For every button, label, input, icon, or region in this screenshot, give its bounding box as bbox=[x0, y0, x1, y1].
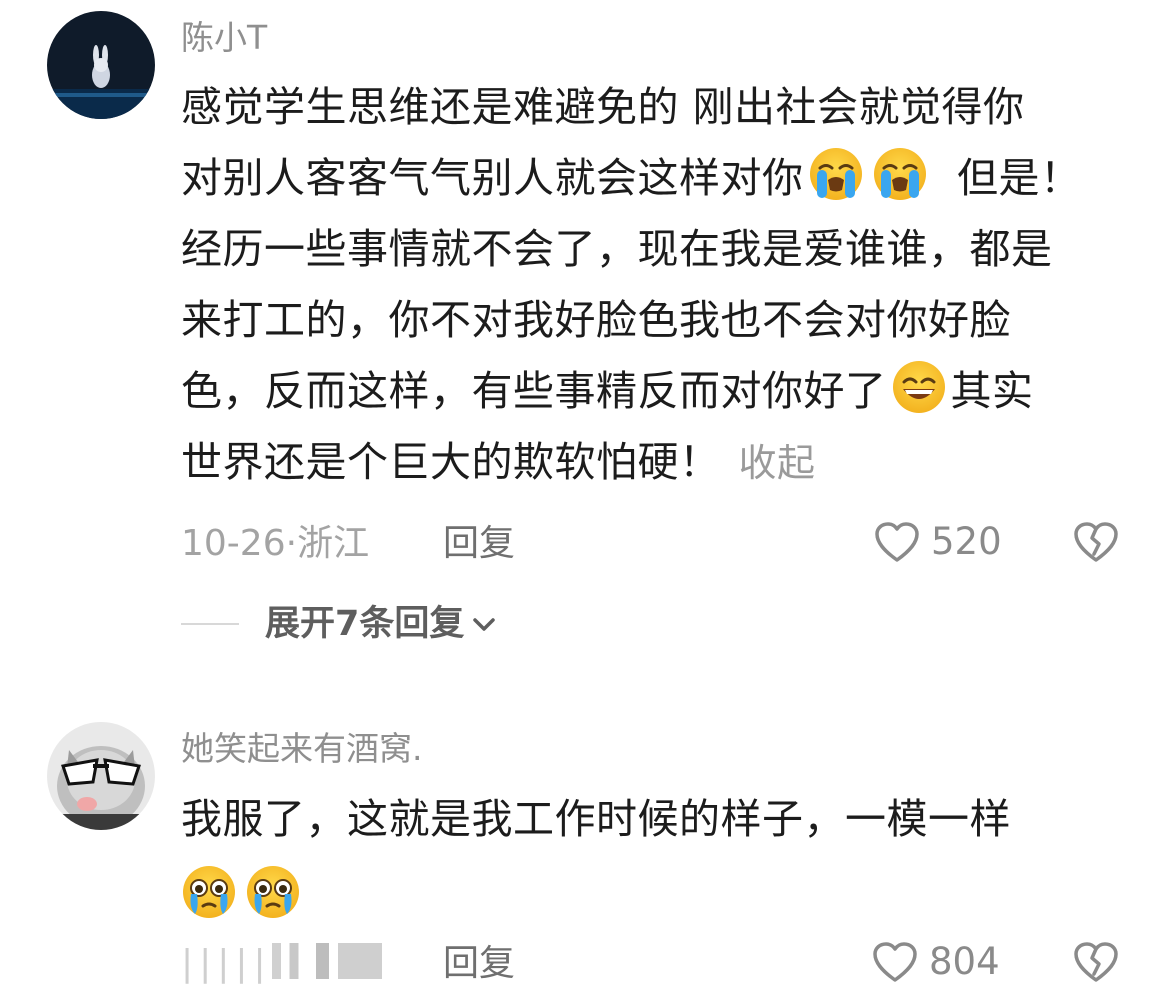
comment-meta-partial: ||||| bbox=[181, 943, 272, 984]
comment-line: 经历一些事情就不会了，现在我是爱谁谁，都是 bbox=[181, 225, 1053, 273]
loudly-crying-face-icon bbox=[872, 146, 928, 202]
comment-meta: ||||| bbox=[181, 942, 382, 986]
cat-avatar-icon bbox=[47, 722, 155, 830]
chevron-down-icon bbox=[473, 618, 496, 631]
comment-line: 感觉学生思维还是难避免的 刚出社会就觉得你 bbox=[181, 83, 1025, 131]
comment-location: 浙江 bbox=[297, 523, 370, 564]
grinning-sweat-face-icon bbox=[891, 359, 947, 415]
comment-line-text: 色，反而这样，有些事精反而对你好了 bbox=[181, 367, 887, 415]
reply-button[interactable]: 回复 bbox=[443, 522, 515, 566]
expand-replies-label: 展开7条回复 bbox=[265, 604, 465, 644]
like-count: 520 bbox=[931, 520, 1002, 563]
avatar[interactable] bbox=[47, 722, 155, 830]
comment-line: 世界还是个巨大的欺软怕硬！ 收起 bbox=[181, 427, 1141, 498]
like-button[interactable]: 804 bbox=[871, 940, 1000, 984]
like-button[interactable]: 520 bbox=[873, 520, 1002, 564]
comment-line: 来打工的，你不对我好脸色我也不会对你好脸 bbox=[181, 296, 1011, 344]
like-count: 804 bbox=[929, 940, 1000, 983]
comment-line-text: 世界还是个巨大的欺软怕硬！ bbox=[181, 438, 721, 486]
comment-line: 对别人客客气气别人就会这样对你 但是！ bbox=[181, 143, 1141, 214]
comment-line-text: 对别人客客气气别人就会这样对你 bbox=[181, 154, 804, 202]
loudly-crying-face-icon bbox=[808, 146, 864, 202]
heart-icon bbox=[873, 942, 917, 982]
dislike-button[interactable] bbox=[1072, 520, 1120, 568]
comment-line-tail: 其实 bbox=[950, 367, 1034, 415]
comment-line bbox=[181, 861, 1141, 932]
comment-line: 色，反而这样，有些事精反而对你好了 其实 bbox=[181, 356, 1141, 427]
dislike-button[interactable] bbox=[1072, 940, 1120, 988]
broken-heart-icon bbox=[1074, 522, 1118, 562]
rabbit-avatar-icon bbox=[47, 11, 155, 119]
heart-icon bbox=[875, 522, 919, 562]
username[interactable]: 她笑起来有酒窝. bbox=[181, 729, 423, 769]
crying-face-icon bbox=[245, 864, 301, 920]
collapse-link[interactable]: 收起 bbox=[739, 441, 816, 485]
crying-face-icon bbox=[181, 864, 237, 920]
avatar[interactable] bbox=[47, 11, 155, 119]
meta-separator: · bbox=[285, 523, 298, 564]
comment-line-tail: 但是！ bbox=[957, 154, 1082, 202]
meta-obscured bbox=[271, 943, 382, 979]
comment-date: 10-26 bbox=[181, 523, 286, 564]
comment-meta: 10-26·浙江 bbox=[181, 522, 369, 566]
comment-text: 我服了，这就是我工作时候的样子，一模一样 bbox=[181, 784, 1141, 932]
reply-button[interactable]: 回复 bbox=[443, 942, 515, 986]
expand-replies[interactable]: 展开7条回复 bbox=[181, 602, 498, 646]
username[interactable]: 陈小T bbox=[181, 18, 267, 58]
broken-heart-icon bbox=[1074, 942, 1118, 982]
divider bbox=[181, 623, 239, 625]
comment-text: 感觉学生思维还是难避免的 刚出社会就觉得你 对别人客客气气别人就会这样对你 但是… bbox=[181, 72, 1141, 498]
comment-line: 我服了，这就是我工作时候的样子，一模一样 bbox=[181, 795, 1011, 843]
